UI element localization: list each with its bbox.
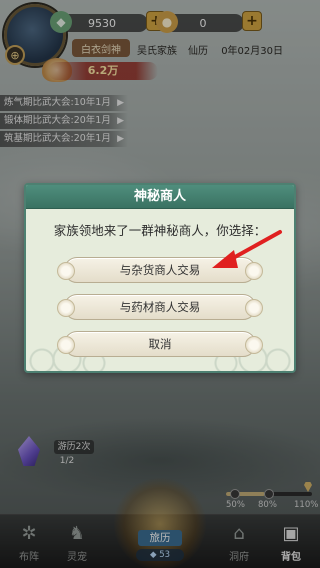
pointer-arrow-icon bbox=[212, 230, 282, 268]
mysterious-merchant-dialog: 神秘商人 家族领地来了一群神秘商人，你选择： 与杂货商人交易 与药材商人交易 取… bbox=[24, 183, 296, 373]
dialog-title: 神秘商人 bbox=[26, 185, 294, 209]
cancel-button[interactable]: 取消 bbox=[57, 331, 263, 357]
trade-herb-merchant-button[interactable]: 与药材商人交易 bbox=[57, 294, 263, 320]
